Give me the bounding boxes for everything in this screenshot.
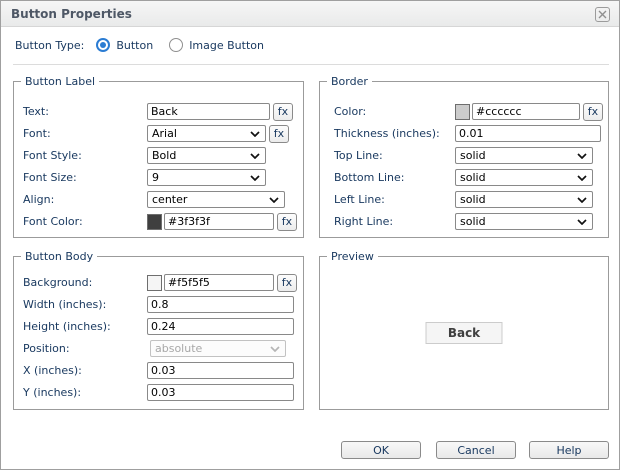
background-input[interactable]	[164, 274, 274, 291]
radio-label: Image Button	[189, 39, 264, 52]
font-row: Font: Arial fx	[23, 125, 298, 142]
background-swatch[interactable]	[147, 275, 162, 291]
button-label-group: Button Label Text: fx Font: Arial fx Fon…	[13, 81, 304, 238]
height-label: Height (inches):	[23, 320, 147, 333]
top-line-label: Top Line:	[334, 149, 455, 162]
preview-group: Preview Back	[319, 256, 609, 410]
font-color-fx-button[interactable]: fx	[277, 213, 297, 231]
y-label: Y (inches):	[23, 386, 147, 399]
right-line-select[interactable]: solid	[455, 213, 593, 230]
font-color-swatch[interactable]	[147, 214, 162, 230]
radio-button-type-image-button[interactable]: Image Button	[169, 38, 264, 52]
font-color-input[interactable]	[164, 213, 274, 230]
cancel-button[interactable]: Cancel	[436, 441, 516, 459]
thickness-input[interactable]	[455, 125, 601, 142]
width-row: Width (inches):	[23, 296, 298, 313]
font-size-row: Font Size: 9	[23, 169, 298, 186]
chevron-down-icon	[250, 131, 260, 137]
radio-selected-icon	[96, 38, 110, 52]
thickness-label: Thickness (inches):	[334, 127, 455, 140]
position-row: Position: absolute	[23, 340, 298, 357]
radio-unselected-icon	[169, 38, 183, 52]
x-label: X (inches):	[23, 364, 147, 377]
x-input[interactable]	[147, 362, 294, 379]
chevron-down-icon	[577, 175, 587, 181]
background-row: Background: fx	[23, 274, 298, 291]
radio-label: Button	[116, 39, 153, 52]
chevron-down-icon	[250, 153, 260, 159]
preview-legend: Preview	[327, 250, 378, 263]
align-label: Align:	[23, 193, 147, 206]
x-row: X (inches):	[23, 362, 298, 379]
font-label: Font:	[23, 127, 147, 140]
button-properties-dialog: Button Properties Button Type: Button Im…	[0, 0, 620, 470]
y-row: Y (inches):	[23, 384, 298, 401]
font-size-label: Font Size:	[23, 171, 147, 184]
button-body-legend: Button Body	[21, 250, 97, 263]
bottom-line-label: Bottom Line:	[334, 171, 455, 184]
font-fx-button[interactable]: fx	[269, 125, 289, 143]
font-select[interactable]: Arial	[147, 125, 266, 142]
height-input[interactable]	[147, 318, 294, 335]
background-label: Background:	[23, 276, 147, 289]
text-fx-button[interactable]: fx	[273, 103, 293, 121]
right-line-label: Right Line:	[334, 215, 455, 228]
button-type-label: Button Type:	[15, 39, 84, 52]
chevron-down-icon	[577, 153, 587, 159]
width-input[interactable]	[147, 296, 294, 313]
background-fx-button[interactable]: fx	[277, 274, 297, 292]
position-select[interactable]: absolute	[150, 340, 286, 357]
border-color-swatch[interactable]	[455, 104, 470, 120]
border-color-input[interactable]	[472, 103, 580, 120]
chevron-down-icon	[250, 175, 260, 181]
close-icon[interactable]	[595, 7, 610, 22]
left-line-select[interactable]: solid	[455, 191, 593, 208]
text-row: Text: fx	[23, 103, 298, 120]
chevron-down-icon	[270, 346, 280, 352]
font-size-select[interactable]: 9	[147, 169, 266, 186]
font-style-select[interactable]: Bold	[147, 147, 266, 164]
chevron-down-icon	[577, 219, 587, 225]
top-line-row: Top Line: solid	[334, 147, 603, 164]
top-line-select[interactable]: solid	[455, 147, 593, 164]
font-style-row: Font Style: Bold	[23, 147, 298, 164]
position-label: Position:	[23, 342, 147, 355]
button-label-legend: Button Label	[21, 75, 99, 88]
divider	[13, 64, 609, 65]
bottom-line-select[interactable]: solid	[455, 169, 593, 186]
text-label: Text:	[23, 105, 147, 118]
border-color-fx-button[interactable]: fx	[583, 103, 603, 121]
font-color-label: Font Color:	[23, 215, 147, 228]
ok-button[interactable]: OK	[341, 441, 421, 459]
thickness-row: Thickness (inches):	[334, 125, 603, 142]
button-body-group: Button Body Background: fx Width (inches…	[13, 256, 304, 410]
dialog-title: Button Properties	[11, 7, 132, 21]
dialog-titlebar: Button Properties	[1, 1, 619, 27]
left-line-label: Left Line:	[334, 193, 455, 206]
font-style-label: Font Style:	[23, 149, 147, 162]
help-button[interactable]: Help	[529, 441, 609, 459]
border-group: Border Color: fx Thickness (inches): Top…	[319, 81, 609, 238]
button-type-row: Button Type: Button Image Button	[15, 36, 280, 54]
y-input[interactable]	[147, 384, 294, 401]
bottom-line-row: Bottom Line: solid	[334, 169, 603, 186]
chevron-down-icon	[269, 197, 279, 203]
align-select[interactable]: center	[147, 191, 285, 208]
right-line-row: Right Line: solid	[334, 213, 603, 230]
align-row: Align: center	[23, 191, 298, 208]
preview-back-button[interactable]: Back	[426, 322, 503, 344]
border-color-row: Color: fx	[334, 103, 603, 120]
radio-button-type-button[interactable]: Button	[96, 38, 153, 52]
text-input[interactable]	[147, 103, 270, 120]
border-legend: Border	[327, 75, 372, 88]
width-label: Width (inches):	[23, 298, 147, 311]
border-color-label: Color:	[334, 105, 455, 118]
height-row: Height (inches):	[23, 318, 298, 335]
font-color-row: Font Color: fx	[23, 213, 298, 230]
left-line-row: Left Line: solid	[334, 191, 603, 208]
chevron-down-icon	[577, 197, 587, 203]
